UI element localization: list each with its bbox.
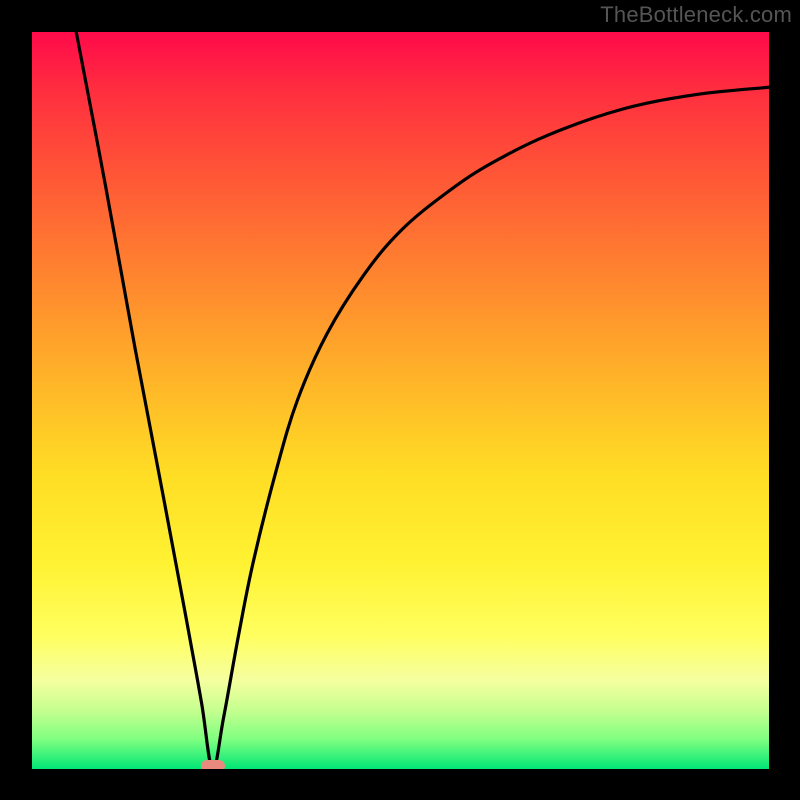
plot-area [32,32,769,769]
sweet-spot-marker [201,760,225,769]
watermark-text: TheBottleneck.com [600,2,792,28]
bottleneck-curve [32,32,769,769]
chart-frame: TheBottleneck.com [0,0,800,800]
